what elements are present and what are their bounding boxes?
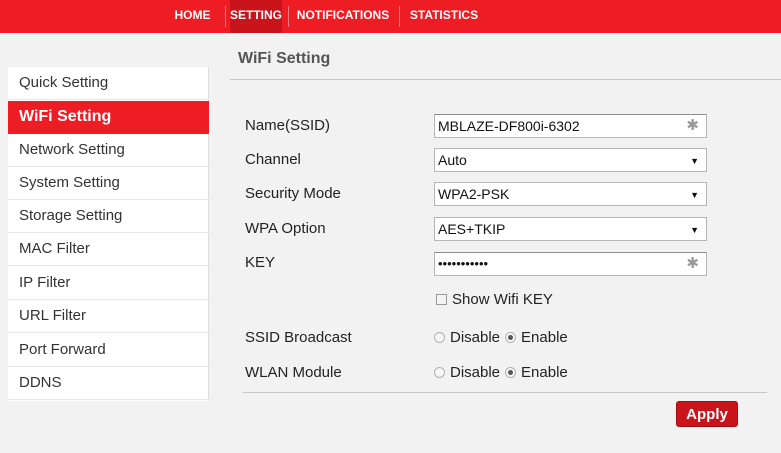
sidebar-item-quick-setting[interactable]: Quick Setting (8, 67, 209, 100)
show-key-checkbox[interactable] (436, 294, 447, 305)
ssid-broadcast-disable-label: Disable (450, 329, 501, 346)
wlan-module-enable-label: Enable (521, 364, 568, 381)
key-password-input[interactable]: ••••••••••• ✱ (434, 252, 707, 276)
ssid-broadcast-radio-group: Disable Enable (434, 329, 573, 346)
show-key-checkbox-row[interactable]: Show Wifi KEY (436, 291, 553, 308)
sidebar-item-ip-filter[interactable]: IP Filter (8, 267, 209, 300)
channel-label: Channel (245, 151, 301, 168)
ssid-broadcast-label: SSID Broadcast (245, 329, 352, 346)
required-asterisk-icon: ✱ (686, 117, 699, 134)
apply-button[interactable]: Apply (676, 401, 738, 427)
ssid-value: MBLAZE-DF800i-6302 (438, 118, 580, 134)
security-mode-label: Security Mode (245, 185, 341, 202)
ssid-broadcast-enable-label: Enable (521, 329, 568, 346)
nav-notifications[interactable]: NOTIFICATIONS (293, 0, 393, 33)
page-title: WiFi Setting (238, 50, 331, 67)
chevron-down-icon: ▼ (690, 190, 699, 200)
wlan-module-label: WLAN Module (245, 364, 342, 381)
required-asterisk-icon: ✱ (686, 255, 699, 272)
wpa-option-value: AES+TKIP (438, 221, 506, 237)
ssid-label: Name(SSID) (245, 117, 331, 134)
sidebar: Quick Setting WiFi Setting Network Setti… (8, 67, 209, 401)
sidebar-item-ddns[interactable]: DDNS (8, 367, 209, 400)
sidebar-item-system-setting[interactable]: System Setting (8, 167, 209, 200)
nav-divider (225, 6, 226, 27)
wlan-module-disable-label: Disable (450, 364, 501, 381)
ssid-input[interactable]: MBLAZE-DF800i-6302 ✱ (434, 114, 707, 138)
nav-setting[interactable]: SETTING (230, 0, 282, 33)
nav-divider (288, 6, 289, 27)
sidebar-item-storage-setting[interactable]: Storage Setting (8, 200, 209, 233)
form-divider (243, 392, 767, 393)
sidebar-item-port-forward[interactable]: Port Forward (8, 334, 209, 367)
chevron-down-icon: ▼ (690, 225, 699, 235)
key-label: KEY (245, 254, 276, 271)
key-masked-value: ••••••••••• (438, 256, 489, 271)
channel-value: Auto (438, 152, 467, 168)
main-content: WiFi Setting Name(SSID) MBLAZE-DF800i-63… (230, 33, 781, 453)
ssid-broadcast-enable-radio[interactable] (505, 332, 517, 343)
wpa-option-label: WPA Option (245, 220, 326, 237)
top-navigation-bar: HOME SETTING NOTIFICATIONS STATISTICS (0, 0, 781, 33)
wlan-module-enable-radio[interactable] (505, 367, 517, 378)
wlan-module-radio-group: Disable Enable (434, 364, 573, 381)
wpa-option-select[interactable]: AES+TKIP ▼ (434, 217, 707, 241)
sidebar-item-url-filter[interactable]: URL Filter (8, 300, 209, 333)
security-mode-value: WPA2-PSK (438, 186, 510, 202)
sidebar-item-mac-filter[interactable]: MAC Filter (8, 233, 209, 266)
chevron-down-icon: ▼ (690, 156, 699, 166)
sidebar-item-network-setting[interactable]: Network Setting (8, 134, 209, 167)
nav-statistics[interactable]: STATISTICS (404, 0, 484, 33)
sidebar-item-wifi-setting[interactable]: WiFi Setting (8, 101, 209, 134)
channel-select[interactable]: Auto ▼ (434, 148, 707, 172)
ssid-broadcast-disable-radio[interactable] (434, 332, 445, 343)
security-mode-select[interactable]: WPA2-PSK ▼ (434, 182, 707, 206)
wlan-module-disable-radio[interactable] (434, 367, 445, 378)
title-divider (230, 79, 781, 80)
show-key-label: Show Wifi KEY (452, 291, 553, 308)
nav-home[interactable]: HOME (167, 0, 218, 33)
nav-divider (399, 6, 400, 27)
